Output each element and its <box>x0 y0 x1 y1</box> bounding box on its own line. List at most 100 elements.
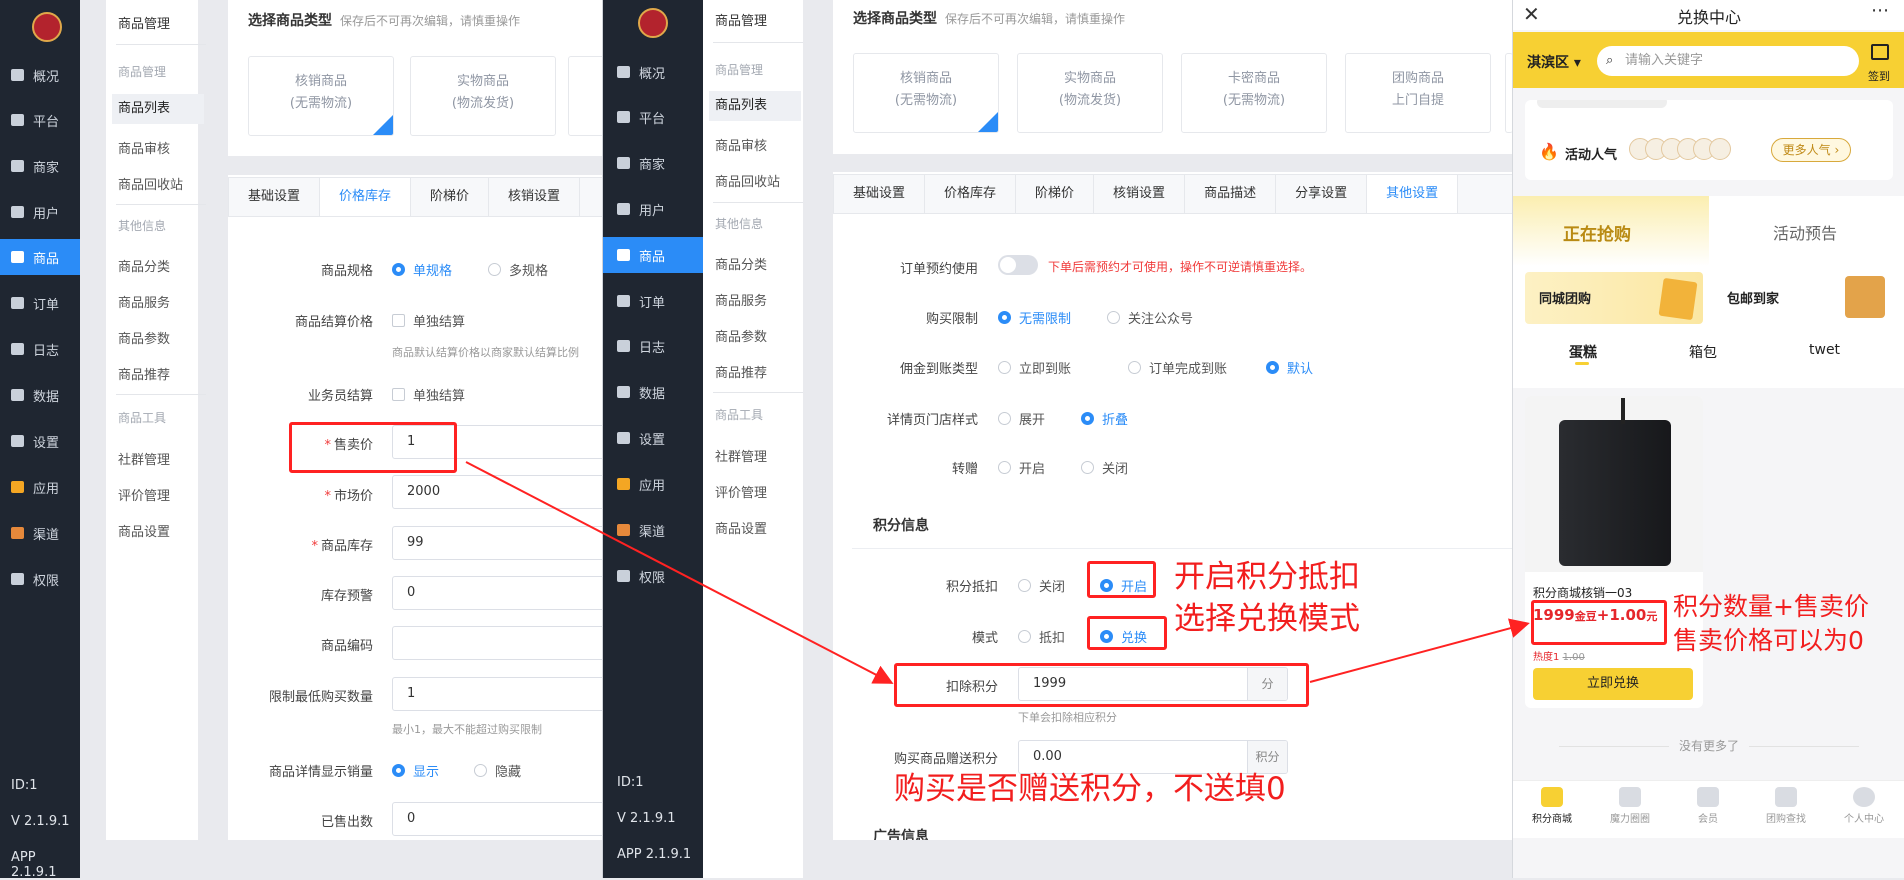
store-fold-radio[interactable]: 折叠 <box>1081 409 1128 428</box>
commission-done-radio[interactable]: 订单完成到账 <box>1128 358 1227 377</box>
store-expand-radio[interactable]: 展开 <box>998 409 1045 428</box>
product-card[interactable]: 积分商城核销一03 1999金豆+1.00元 热度1 1.00 立即兑换 <box>1525 396 1703 708</box>
cat-shipping[interactable]: 包邮到家 <box>1713 272 1893 324</box>
nav-settings[interactable]: 设置 <box>603 420 703 456</box>
type-card-physical[interactable]: 实物商品 (物流发货) <box>1017 53 1163 133</box>
submenu-item-review[interactable]: 商品审核 <box>118 138 170 157</box>
submenu-item-review[interactable]: 商品审核 <box>715 135 767 154</box>
submenu-item-service[interactable]: 商品服务 <box>118 292 170 311</box>
nav-goods[interactable]: 商品 <box>603 237 703 273</box>
show-radio[interactable]: 显示 <box>392 761 439 780</box>
submenu-item-params[interactable]: 商品参数 <box>715 326 767 345</box>
submenu-item-service[interactable]: 商品服务 <box>715 290 767 309</box>
stock-input[interactable]: 99 <box>392 526 608 560</box>
submenu-item-category[interactable]: 商品分类 <box>715 254 767 273</box>
gift-points-input[interactable]: 0.00 积分 <box>1018 740 1288 774</box>
nav-order[interactable]: 订单 <box>603 283 703 319</box>
limit-follow-radio[interactable]: 关注公众号 <box>1107 308 1193 327</box>
submenu-item-reviews[interactable]: 评价管理 <box>715 482 767 501</box>
tab-verify[interactable]: 核销设置 <box>489 178 581 216</box>
nav-overview[interactable]: 概况 <box>0 57 80 93</box>
nav-apps[interactable]: 应用 <box>603 466 703 502</box>
nav-channel[interactable]: 渠道 <box>603 512 703 548</box>
tab-buying[interactable]: 正在抢购 <box>1563 220 1631 245</box>
warn-input[interactable]: 0 <box>392 576 608 610</box>
submenu-item-recycle[interactable]: 商品回收站 <box>118 174 183 193</box>
nav-platform[interactable]: 平台 <box>0 102 80 138</box>
nav-permission[interactable]: 权限 <box>603 558 703 594</box>
tab-price-stock[interactable]: 价格库存 <box>925 175 1017 213</box>
mode-offset-radio[interactable]: 抵扣 <box>1018 627 1065 646</box>
tab-share[interactable]: 分享设置 <box>1276 175 1368 213</box>
type-card-verify[interactable]: 核销商品 (无需物流) <box>853 53 999 133</box>
type-card-group[interactable]: 团购商品 上门自提 <box>1345 53 1491 133</box>
submenu-item-goods-settings[interactable]: 商品设置 <box>715 518 767 537</box>
settle-checkbox[interactable]: 单独结算 <box>392 311 465 330</box>
submenu-item-recommend[interactable]: 商品推荐 <box>715 362 767 381</box>
code-input[interactable] <box>392 626 608 660</box>
tab-verify[interactable]: 核销设置 <box>1094 175 1186 213</box>
subcat-bags[interactable]: 箱包 <box>1689 342 1717 362</box>
commission-now-radio[interactable]: 立即到账 <box>998 358 1071 377</box>
nav-user[interactable]: 用户 <box>603 191 703 227</box>
checkin-icon[interactable] <box>1871 44 1889 60</box>
submenu-item-community[interactable]: 社群管理 <box>715 446 767 465</box>
submenu-item-params[interactable]: 商品参数 <box>118 328 170 347</box>
sold-input[interactable]: 0 <box>392 802 608 836</box>
deduct-off-radio[interactable]: 关闭 <box>1018 576 1065 595</box>
gift-off-radio[interactable]: 关闭 <box>1081 458 1128 477</box>
sales-checkbox[interactable]: 单独结算 <box>392 385 465 404</box>
more-popularity-button[interactable]: 更多人气 › <box>1771 138 1851 162</box>
nav-merchant[interactable]: 商家 <box>0 148 80 184</box>
bottom-nav-mall[interactable]: 积分商城 <box>1513 787 1591 825</box>
tab-other[interactable]: 其他设置 <box>1367 175 1459 213</box>
tab-basic[interactable]: 基础设置 <box>834 175 926 213</box>
bottom-nav-group[interactable]: 团购查找 <box>1747 787 1825 825</box>
submenu-item-category[interactable]: 商品分类 <box>118 256 170 275</box>
tab-preview[interactable]: 活动预告 <box>1773 220 1837 244</box>
more-icon[interactable]: ⋯ <box>1871 0 1889 21</box>
submenu-item-community[interactable]: 社群管理 <box>118 449 170 468</box>
limit-none-radio[interactable]: 无需限制 <box>998 308 1071 327</box>
spec-multi-radio[interactable]: 多规格 <box>488 260 548 279</box>
market-input[interactable]: 2000 <box>392 475 608 509</box>
location-selector[interactable]: 淇滨区 ▾ <box>1527 52 1581 72</box>
bottom-nav-circle[interactable]: 魔力圈圈 <box>1591 787 1669 825</box>
type-card-cardkey[interactable]: 卡密商品 (无需物流) <box>1181 53 1327 133</box>
tab-ladder[interactable]: 阶梯价 <box>1016 175 1095 213</box>
nav-log[interactable]: 日志 <box>0 331 80 367</box>
bottom-nav-member[interactable]: 会员 <box>1669 787 1747 825</box>
tab-basic[interactable]: 基础设置 <box>229 178 321 216</box>
nav-log[interactable]: 日志 <box>603 328 703 364</box>
nav-settings[interactable]: 设置 <box>0 423 80 459</box>
nav-channel[interactable]: 渠道 <box>0 515 80 551</box>
reserve-toggle[interactable] <box>998 255 1038 275</box>
nav-data[interactable]: 数据 <box>603 374 703 410</box>
exchange-button[interactable]: 立即兑换 <box>1533 668 1693 700</box>
gift-on-radio[interactable]: 开启 <box>998 458 1045 477</box>
submenu-item-list[interactable]: 商品列表 <box>709 91 801 121</box>
submenu-item-recommend[interactable]: 商品推荐 <box>118 364 170 383</box>
search-input[interactable]: ⌕ 请输入关键字 <box>1597 46 1859 76</box>
nav-apps[interactable]: 应用 <box>0 469 80 505</box>
commission-default-radio[interactable]: 默认 <box>1266 358 1313 377</box>
submenu-item-recycle[interactable]: 商品回收站 <box>715 171 780 190</box>
nav-platform[interactable]: 平台 <box>603 99 703 135</box>
tab-description[interactable]: 商品描述 <box>1185 175 1277 213</box>
nav-user[interactable]: 用户 <box>0 194 80 230</box>
spec-single-radio[interactable]: 单规格 <box>392 260 452 279</box>
nav-order[interactable]: 订单 <box>0 285 80 321</box>
type-card-verify[interactable]: 核销商品 (无需物流) <box>248 56 394 136</box>
subcat-twet[interactable]: twet <box>1809 342 1840 358</box>
tab-price-stock[interactable]: 价格库存 <box>320 178 412 216</box>
nav-permission[interactable]: 权限 <box>0 561 80 597</box>
submenu-item-goods-settings[interactable]: 商品设置 <box>118 521 170 540</box>
bottom-nav-profile[interactable]: 个人中心 <box>1825 787 1903 825</box>
nav-goods[interactable]: 商品 <box>0 239 80 275</box>
tab-ladder[interactable]: 阶梯价 <box>411 178 490 216</box>
nav-data[interactable]: 数据 <box>0 377 80 413</box>
cat-local-group[interactable]: 同城团购 <box>1525 272 1703 324</box>
submenu-item-reviews[interactable]: 评价管理 <box>118 485 170 504</box>
submenu-item-list[interactable]: 商品列表 <box>112 94 204 124</box>
type-card-physical[interactable]: 实物商品 (物流发货) <box>410 56 556 136</box>
